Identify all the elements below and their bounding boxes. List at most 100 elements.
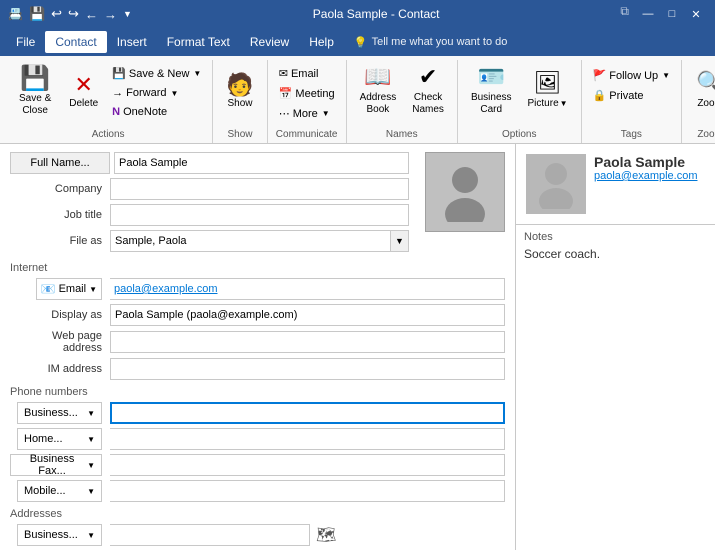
business-fax-arrow: ▼ [87, 461, 95, 470]
maximize-button[interactable]: □ [661, 4, 683, 24]
quick-access-save[interactable]: 💾 [29, 6, 45, 22]
home-phone-row: Home... ▼ [10, 428, 505, 450]
business-card-icon: 🪪 [478, 64, 505, 90]
business-phone-row: Business... ▼ [10, 402, 505, 424]
delete-button[interactable]: ✕ Delete [62, 60, 105, 120]
menu-insert[interactable]: Insert [107, 31, 157, 53]
tags-buttons: 🚩 Follow Up ▼ 🔒 Private [588, 60, 676, 127]
communicate-buttons: ✉ Email 📅 Meeting ⋯ More ▼ [274, 60, 340, 127]
job-title-row: Job title [10, 204, 409, 226]
webpage-input[interactable] [110, 331, 505, 353]
save-close-label: Save &Close [19, 93, 51, 117]
im-input[interactable] [110, 358, 505, 380]
zoom-label: Zoom [688, 127, 715, 143]
quick-access-undo[interactable]: ↩ [51, 6, 62, 22]
ribbon-group-options: 🪪 BusinessCard 🖼 Picture▼ Options [458, 60, 582, 143]
company-input[interactable] [110, 178, 409, 200]
show-icon: 🧑 [226, 72, 253, 98]
names-label: Names [353, 127, 451, 143]
file-as-dropdown[interactable]: ▼ [391, 230, 409, 252]
photo-silhouette [440, 162, 490, 222]
close-button[interactable]: ✕ [685, 4, 707, 24]
home-phone-input[interactable] [110, 428, 505, 450]
meeting-label: Meeting [295, 88, 334, 100]
forward-button[interactable]: → Forward ▼ [107, 84, 206, 102]
communicate-col: ✉ Email 📅 Meeting ⋯ More ▼ [274, 60, 340, 123]
quick-access-back[interactable]: ← [85, 7, 98, 22]
home-phone-button[interactable]: Home... ▼ [17, 428, 102, 450]
title-bar-left: 📇 💾 ↩ ↪ ← → ▼ [8, 6, 132, 22]
contact-photo[interactable] [425, 152, 505, 232]
notes-section: Notes Soccer coach. [516, 225, 715, 550]
onenote-icon: N [112, 106, 120, 118]
address-row: Business... ▼ 🗺 [10, 524, 505, 546]
actions-label: Actions [10, 127, 206, 143]
menu-help[interactable]: Help [299, 31, 344, 53]
avatar-silhouette [536, 159, 576, 209]
im-row: IM address [10, 358, 505, 380]
menu-file[interactable]: File [6, 31, 45, 53]
check-names-label: CheckNames [412, 92, 444, 116]
file-as-container: ▼ [110, 230, 409, 252]
display-as-input[interactable] [110, 304, 505, 326]
picture-button[interactable]: 🖼 Picture▼ [521, 60, 575, 120]
webpage-row: Web page address [10, 330, 505, 354]
menu-format-text[interactable]: Format Text [157, 31, 240, 53]
business-phone-button[interactable]: Business... ▼ [17, 402, 102, 424]
menu-contact[interactable]: Contact [45, 31, 106, 53]
save-new-arrow: ▼ [193, 69, 201, 78]
tags-label: Tags [588, 127, 676, 143]
business-card-label: BusinessCard [471, 92, 512, 116]
minimize-button[interactable]: — [637, 4, 659, 24]
email-input[interactable] [110, 278, 505, 300]
check-names-button[interactable]: ✔ CheckNames [405, 60, 451, 120]
zoom-button[interactable]: 🔍 Zoom [688, 60, 715, 120]
quick-access-redo[interactable]: ↪ [68, 6, 79, 22]
business-card-button[interactable]: 🪪 BusinessCard [464, 60, 519, 120]
map-icon[interactable]: 🗺 [316, 525, 336, 545]
address-book-button[interactable]: 📖 AddressBook [353, 60, 404, 120]
right-panel: Paola Sample paola@example.com Notes Soc… [515, 144, 715, 550]
business-fax-button[interactable]: Business Fax... ▼ [10, 454, 102, 476]
quick-access-forward[interactable]: → [104, 7, 117, 22]
show-button[interactable]: 🧑 Show [219, 60, 260, 120]
search-help-text[interactable]: Tell me what you want to do [372, 36, 508, 48]
forward-arrow: ▼ [171, 89, 179, 98]
follow-up-button[interactable]: 🚩 Follow Up ▼ [588, 64, 676, 85]
business-phone-input[interactable] [110, 402, 505, 424]
meeting-button[interactable]: 📅 Meeting [274, 84, 340, 103]
address-input[interactable] [110, 524, 310, 546]
full-name-row: Full Name... [10, 152, 409, 174]
business-fax-input[interactable] [110, 454, 505, 476]
email-button[interactable]: ✉ Email [274, 64, 340, 83]
names-buttons: 📖 AddressBook ✔ CheckNames [353, 60, 451, 127]
notes-label: Notes [524, 231, 707, 243]
mobile-phone-button[interactable]: Mobile... ▼ [17, 480, 102, 502]
menu-review[interactable]: Review [240, 31, 299, 53]
file-as-input[interactable] [110, 230, 391, 252]
email-ribbon-icon: ✉ [279, 67, 288, 80]
search-help[interactable]: 💡 Tell me what you want to do [354, 36, 507, 49]
private-button[interactable]: 🔒 Private [588, 86, 676, 105]
onenote-button[interactable]: N OneNote [107, 103, 206, 121]
job-title-input[interactable] [110, 204, 409, 226]
tags-col: 🚩 Follow Up ▼ 🔒 Private [588, 60, 676, 105]
more-button[interactable]: ⋯ More ▼ [274, 104, 340, 123]
address-type-button[interactable]: Business... ▼ [17, 524, 102, 546]
contact-card-email[interactable]: paola@example.com [594, 170, 698, 182]
email-type-button[interactable]: 📧 Email ▼ [36, 278, 102, 300]
show-label: Show [228, 98, 253, 109]
full-name-button[interactable]: Full Name... [10, 152, 110, 174]
mobile-phone-input[interactable] [110, 480, 505, 502]
save-new-icon: 💾 [112, 67, 126, 80]
save-new-button[interactable]: 💾 Save & New ▼ [107, 64, 206, 83]
title-bar: 📇 💾 ↩ ↪ ← → ▼ Paola Sample - Contact ⧉ —… [0, 0, 715, 28]
lightbulb-icon: 💡 [354, 36, 368, 49]
full-name-input[interactable] [114, 152, 409, 174]
main-content: Full Name... Company Job title File as ▼ [0, 144, 715, 550]
quick-access-customize[interactable]: ▼ [123, 9, 132, 19]
follow-up-icon: 🚩 [593, 69, 607, 82]
zoom-icon: 🔍 [696, 70, 715, 96]
save-new-label: Save & New [129, 68, 190, 80]
save-close-button[interactable]: 💾 Save &Close [10, 60, 60, 120]
